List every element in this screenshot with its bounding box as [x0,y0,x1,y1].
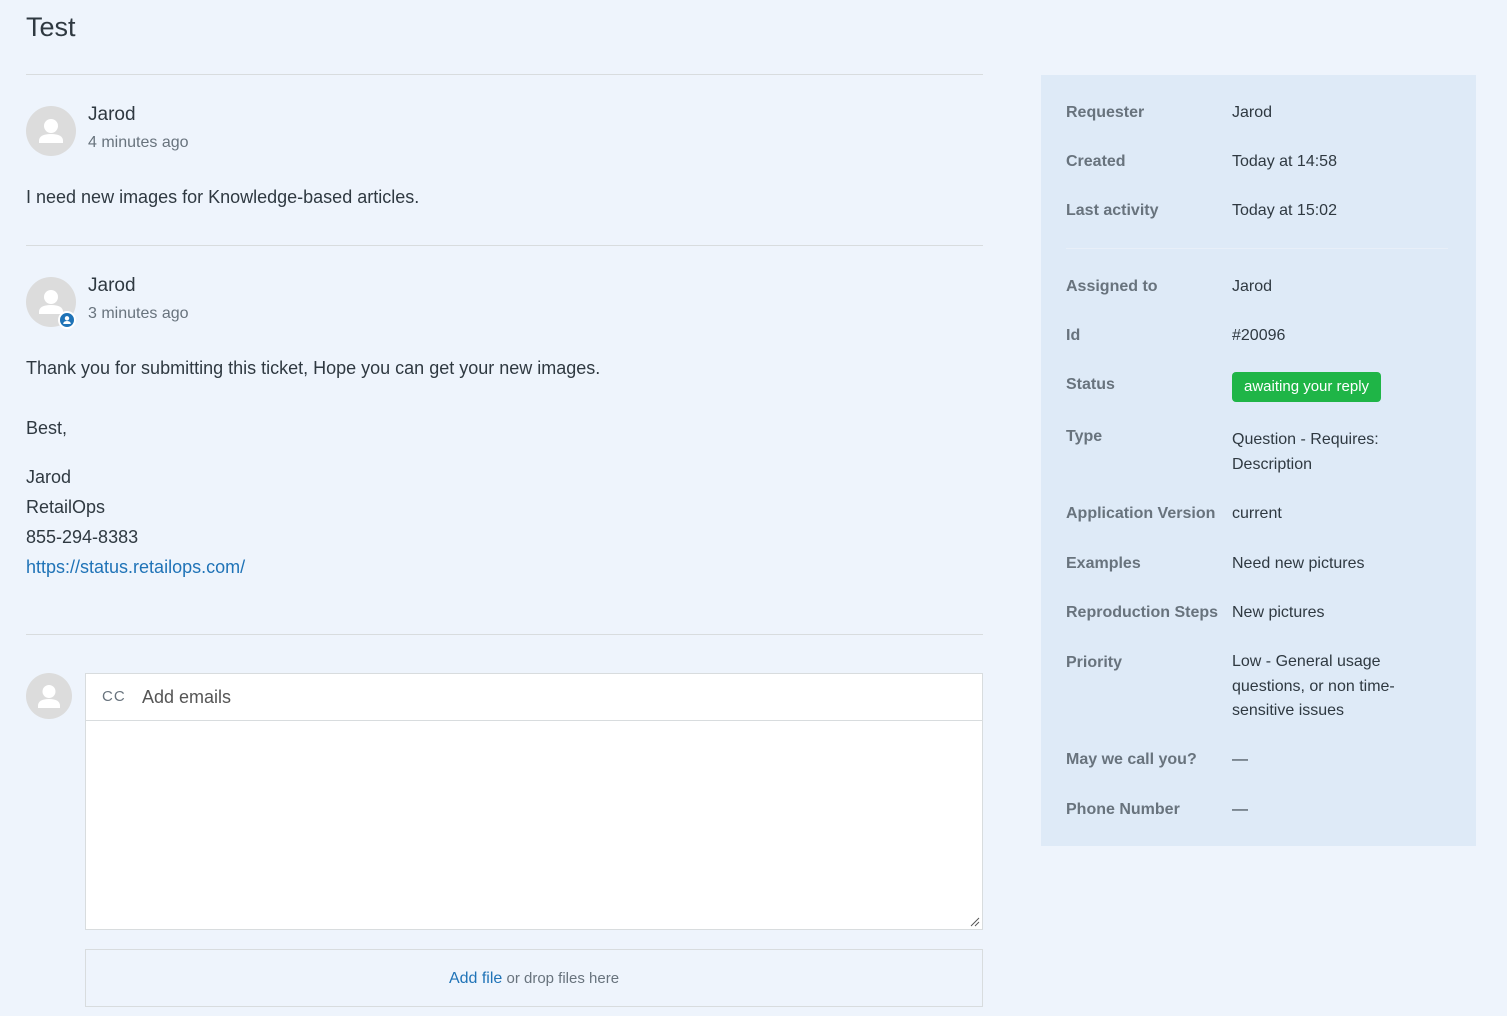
prop-value: Need new pictures [1232,555,1365,572]
prop-label: Status [1066,376,1115,393]
comment-body: Thank you for submitting this ticket, Ho… [26,353,983,582]
prop-value: Question - Requires: Description [1232,431,1379,473]
prop-label: Phone Number [1066,801,1180,818]
comment-header: Jarod 4 minutes ago [26,104,983,156]
signature-link[interactable]: https://status.retailops.com/ [26,557,245,577]
comment: Jarod 4 minutes ago I need new images fo… [26,104,983,212]
comment-author[interactable]: Jarod [88,104,136,126]
prop-value: New pictures [1232,604,1325,621]
cc-row: CC [86,674,982,721]
signature-company: RetailOps [26,497,106,517]
comment-paragraph: Thank you for submitting this ticket, Ho… [26,358,601,378]
prop-label: Last activity [1066,202,1159,219]
prop-label: Requester [1066,104,1145,121]
prop-label: Assigned to [1066,278,1158,295]
comment-time: 3 minutes ago [88,305,189,322]
resize-handle-icon[interactable] [970,917,980,927]
prop-value: #20096 [1232,327,1286,344]
prop-label: Application Version [1066,505,1216,522]
status-badge: awaiting your reply [1232,372,1382,402]
prop-value: Jarod [1232,278,1273,295]
prop-label: Id [1066,327,1081,344]
comment-time: 4 minutes ago [88,134,189,151]
prop-value: Low - General usage questions, or non ti… [1232,653,1395,719]
divider [1066,248,1448,249]
prop-value: — [1232,801,1248,818]
prop-value: Jarod [1232,104,1273,121]
page-title: Test [26,12,76,42]
agent-badge-icon [58,311,76,329]
ticket-details-sidebar: Requester Jarod Created Today at 14:58 L… [1041,75,1476,846]
prop-label: May we call you? [1066,751,1197,768]
prop-value: — [1232,751,1248,768]
prop-value: current [1232,505,1282,522]
reply-textarea[interactable] [86,721,982,929]
comment-author[interactable]: Jarod [88,275,136,297]
avatar [26,106,76,156]
file-dropzone[interactable]: Add file or drop files here [85,949,983,1007]
cc-label: CC [102,688,126,705]
prop-value: awaiting your reply [1232,372,1442,402]
comment-header: Jarod 3 minutes ago [26,275,983,329]
prop-label: Type [1066,428,1103,445]
prop-label: Created [1066,153,1126,170]
comment: Jarod 3 minutes ago Thank you for submit… [26,275,983,582]
drop-files-text: or drop files here [506,970,620,987]
divider [26,634,983,635]
signature-phone: 855-294-8383 [26,527,139,547]
prop-label: Examples [1066,555,1141,572]
prop-value: Today at 15:02 [1232,202,1337,219]
conversation: Jarod 4 minutes ago I need new images fo… [26,74,983,582]
comment-paragraph: Best, [26,418,68,438]
cc-email-input[interactable] [142,682,962,712]
divider [26,74,983,75]
user-avatar-icon [38,685,60,708]
user-avatar-icon [39,119,63,143]
prop-value: Today at 14:58 [1232,153,1337,170]
comment-body: I need new images for Knowledge-based ar… [26,182,983,212]
avatar [26,673,72,719]
reply-editor: CC [85,673,983,930]
add-file-link[interactable]: Add file [449,970,502,987]
prop-label: Priority [1066,654,1123,671]
comment-paragraph: I need new images for Knowledge-based ar… [26,187,420,207]
signature-name: Jarod [26,467,72,487]
prop-label: Reproduction Steps [1066,604,1219,621]
divider [26,245,983,246]
